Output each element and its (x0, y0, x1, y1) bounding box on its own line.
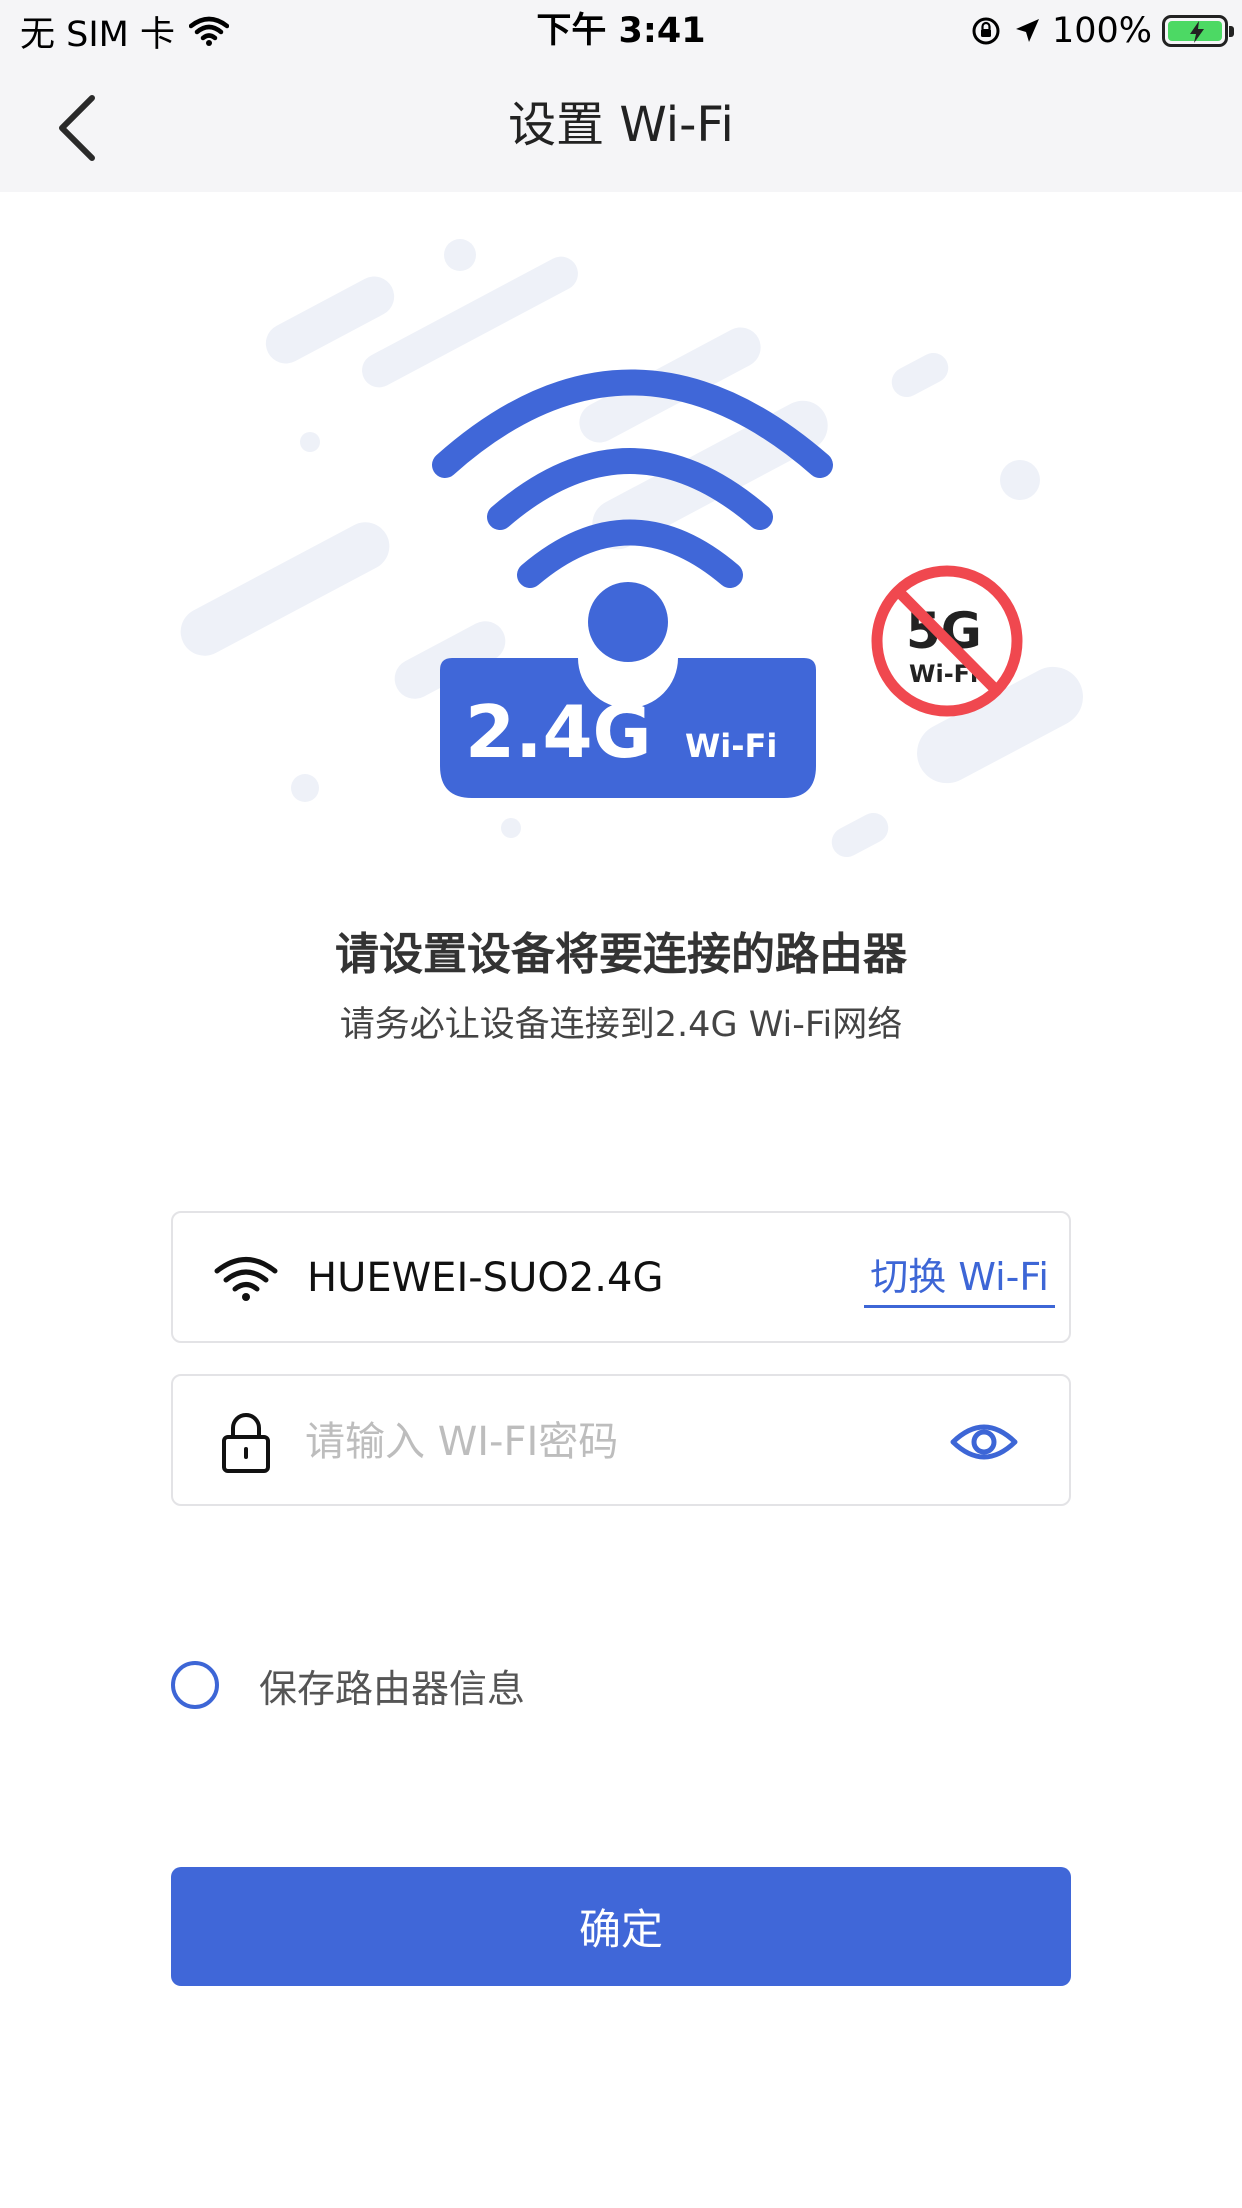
toggle-password-visibility-button[interactable] (949, 1412, 1019, 1472)
ssid-field: HUEWEI-SUO2.4G 切换 Wi-Fi (171, 1211, 1071, 1343)
nav-bar: 设置 Wi-Fi (0, 62, 1242, 192)
instruction-headline: 请设置设备将要连接的路由器 (335, 929, 907, 980)
battery-charging-icon (1162, 15, 1234, 47)
radio-circle-icon[interactable] (171, 1661, 219, 1709)
badge-band-label: 2.4G (465, 690, 652, 774)
wifi-setup-screen: 无 SIM 卡 下午 3:41 100% 设置 Wi-Fi 2.4G Wi-Fi… (0, 0, 1242, 2208)
no-5g-icon: 5G Wi-Fi (871, 565, 1023, 717)
lock-icon (222, 1413, 270, 1473)
save-router-info-label: 保存路由器信息 (259, 1666, 526, 1711)
password-field (171, 1374, 1071, 1506)
rotation-lock-icon (972, 17, 1000, 45)
password-input[interactable] (303, 1406, 867, 1478)
eye-icon (950, 1424, 1018, 1460)
battery-percent: 100% (1051, 11, 1152, 51)
top-bar: 无 SIM 卡 下午 3:41 100% 设置 Wi-Fi (0, 0, 1242, 192)
page-title: 设置 Wi-Fi (508, 97, 734, 153)
status-bar: 无 SIM 卡 下午 3:41 100% (0, 0, 1242, 62)
wifi-dot (588, 582, 668, 662)
instruction-subline: 请务必让设备连接到2.4G Wi-Fi网络 (339, 1005, 903, 1045)
wifi-icon (214, 1257, 278, 1301)
badge-suffix-label: Wi-Fi (685, 727, 777, 765)
status-right: 100% (960, 8, 1234, 54)
ssid-value: HUEWEI-SUO2.4G (307, 1255, 664, 1301)
switch-wifi-link[interactable]: 切换 Wi-Fi (864, 1249, 1055, 1308)
location-arrow-icon (1015, 19, 1039, 42)
confirm-button[interactable]: 确定 (171, 1867, 1071, 1986)
save-router-info-checkbox[interactable]: 保存路由器信息 (171, 1655, 525, 1715)
band-badge: 2.4G Wi-Fi (440, 658, 816, 798)
wifi-band-illustration: 2.4G Wi-Fi 5G Wi-Fi (180, 239, 1083, 858)
